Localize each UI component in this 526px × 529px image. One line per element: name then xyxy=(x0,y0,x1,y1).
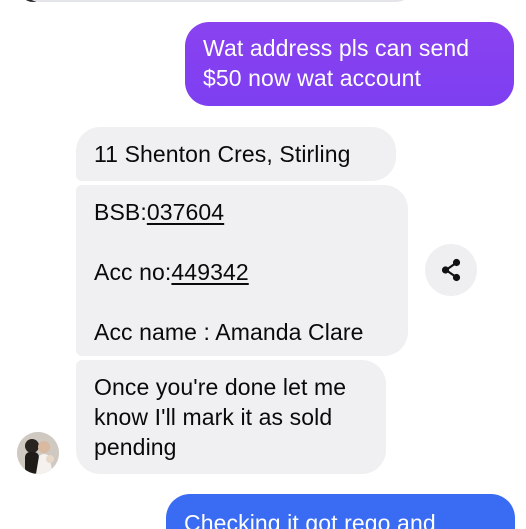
incoming-bank-details-bubble[interactable]: BSB:037604 Acc no:449342 Acc name : Aman… xyxy=(76,185,408,356)
share-button[interactable] xyxy=(425,244,477,296)
outgoing-message-bubble[interactable]: Checking it got rego and xyxy=(166,494,515,529)
bsb-number-link[interactable]: 037604 xyxy=(147,199,224,225)
message-line: Once you're done let me xyxy=(94,374,347,400)
incoming-message-bubble[interactable]: Once you're done let me know I'll mark i… xyxy=(76,360,386,474)
previous-message-bubble[interactable] xyxy=(22,0,414,2)
bsb-line: BSB:037604 xyxy=(94,197,390,227)
account-number-link[interactable]: 449342 xyxy=(171,259,248,285)
contact-avatar[interactable] xyxy=(17,432,59,474)
message-line: $50 now wat account xyxy=(203,65,421,91)
outgoing-message-bubble[interactable]: Wat address pls can send $50 now wat acc… xyxy=(185,22,514,106)
message-line: know I'll mark it as sold xyxy=(94,404,333,430)
line-spacer xyxy=(94,287,390,317)
account-number-line: Acc no:449342 xyxy=(94,257,390,287)
account-name-line: Acc name : Amanda Clare xyxy=(94,319,364,345)
bsb-label: BSB: xyxy=(94,199,147,225)
account-number-label: Acc no: xyxy=(94,259,172,285)
line-spacer xyxy=(94,227,390,257)
message-line: pending xyxy=(94,434,177,460)
message-line: Wat address pls can send xyxy=(203,35,470,61)
share-icon xyxy=(441,258,461,282)
incoming-message-bubble[interactable]: 11 Shenton Cres, Stirling xyxy=(76,127,396,181)
chat-thread: Wat address pls can send $50 now wat acc… xyxy=(0,0,526,529)
address-text: 11 Shenton Cres, Stirling xyxy=(94,141,351,167)
message-line: Checking it got rego and xyxy=(184,510,436,529)
avatar-photo-icon xyxy=(17,432,59,474)
